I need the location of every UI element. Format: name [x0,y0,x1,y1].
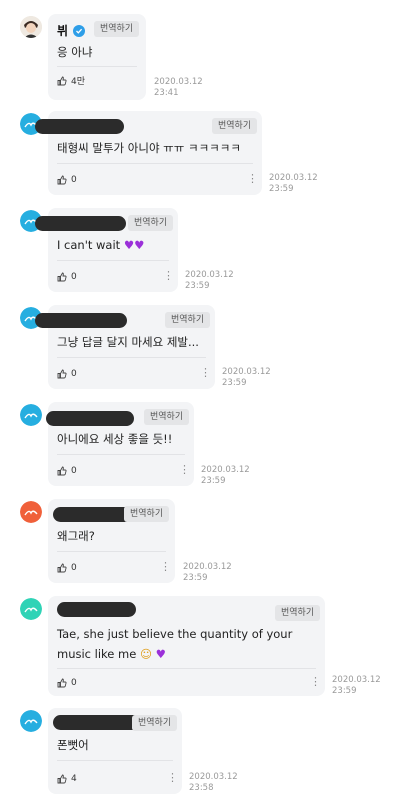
comment-timestamp: 2020.03.12 23:59 [269,173,318,194]
more-options-icon[interactable]: ⋮ [167,772,178,783]
more-options-icon[interactable]: ⋮ [160,561,171,572]
translate-button[interactable]: 번역하기 [165,312,211,328]
divider [57,260,169,261]
comment-timestamp: 2020.03.12 23:59 [222,367,271,388]
comment-bubble: 뷔 번역하기 응 아냐 4만 [48,14,146,100]
avatar[interactable] [20,501,42,523]
divider [57,551,166,552]
comment-text: 폰뻣어 [57,738,89,752]
comment-timestamp: 2020.03.12 23:58 [189,772,238,793]
avatar[interactable] [20,404,42,426]
translate-button[interactable]: 번역하기 [144,409,190,425]
comment-bubble: 번역하기 폰뻣어 4 ⋮ [48,708,182,794]
divider [57,66,137,67]
avatar[interactable] [20,710,42,732]
author-name[interactable] [57,602,136,617]
author-name[interactable]: 뷔 [57,22,68,39]
comment-text: Tae, she just believe the quantity of yo… [57,627,293,661]
thumbs-up-icon [57,175,67,185]
translate-button[interactable]: 번역하기 [275,605,321,621]
divider [57,668,316,669]
like-button[interactable]: 4만 [57,74,85,87]
divider [57,163,253,164]
comment-bubble: 번역하기 왜그래? 0 ⋮ [48,499,175,583]
translate-button[interactable]: 번역하기 [128,215,174,231]
thumbs-up-icon [57,272,67,282]
comment-bubble: 번역하기 그냥 답글 달지 마세요 제발... 0 ⋮ [35,305,215,389]
comment-bubble: 번역하기 Tae, she just believe the quantity … [48,596,325,696]
comment-text: I can't wait ♥♥ [57,238,145,252]
divider [57,357,206,358]
purple-heart-icon: ♥♥ [123,238,145,252]
comment-bubble: 번역하기 태형씨 말투가 아니야 ㅠㅠ ㅋㅋㅋㅋㅋ 0 ⋮ [35,111,262,195]
translate-button[interactable]: 번역하기 [94,21,140,37]
comment-text: 응 아냐 [57,45,93,59]
comment-bubble: 번역하기 I can't wait ♥♥ 0 ⋮ [35,208,178,292]
author-name[interactable] [53,715,141,730]
translate-button[interactable]: 번역하기 [132,715,178,731]
like-count: 0 [71,175,77,185]
like-button[interactable]: 0 [57,272,77,282]
more-options-icon[interactable]: ⋮ [200,367,211,378]
like-count: 0 [71,466,77,476]
thumbs-up-icon [57,369,67,379]
like-count: 4 [71,774,77,784]
like-button[interactable]: 0 [57,369,77,379]
divider [57,760,173,761]
thumbs-up-icon [57,466,67,476]
like-count: 0 [71,563,77,573]
comment-bubble: 번역하기 아니에요 세상 좋을 듯!! 0 ⋮ [46,402,194,486]
author-name[interactable] [46,411,134,426]
more-options-icon[interactable]: ⋮ [163,270,174,281]
smiling-face-icon: ☺ [139,647,152,661]
like-count: 4만 [71,77,86,87]
avatar[interactable] [20,598,42,620]
comment-timestamp: 2020.03.12 23:41 [154,77,203,98]
thumbs-up-icon [57,563,67,573]
divider [57,454,185,455]
author-name[interactable] [35,119,124,134]
comment-author[interactable]: 뷔 [57,22,86,39]
more-options-icon[interactable]: ⋮ [179,464,190,475]
comment-text: 그냥 답글 달지 마세요 제발... [57,335,199,349]
thumbs-up-icon [57,678,67,688]
more-options-icon[interactable]: ⋮ [247,173,258,184]
thumbs-up-icon [57,76,67,85]
like-count: 0 [71,678,77,688]
comment-timestamp: 2020.03.12 23:59 [332,675,381,696]
like-button[interactable]: 4 [57,774,77,784]
like-button[interactable]: 0 [57,678,77,688]
translate-button[interactable]: 번역하기 [124,506,170,522]
like-count: 0 [71,369,77,379]
like-button[interactable]: 0 [57,563,77,573]
like-count: 0 [71,272,77,282]
like-button[interactable]: 0 [57,175,77,185]
more-options-icon[interactable]: ⋮ [310,676,321,687]
comment-timestamp: 2020.03.12 23:59 [201,465,250,486]
purple-heart-icon: ♥ [155,647,166,661]
thumbs-up-icon [57,774,67,784]
author-name[interactable] [35,216,126,231]
comment-text: 왜그래? [57,529,95,543]
verified-badge-icon [73,24,86,37]
avatar[interactable] [20,16,42,38]
comment-text: 아니에요 세상 좋을 듯!! [57,432,173,446]
comment-timestamp: 2020.03.12 23:59 [183,562,232,583]
author-name[interactable] [35,313,127,328]
comment-timestamp: 2020.03.12 23:59 [185,270,234,291]
comment-text: 태형씨 말투가 아니야 ㅠㅠ ㅋㅋㅋㅋㅋ [57,141,241,155]
like-button[interactable]: 0 [57,466,77,476]
translate-button[interactable]: 번역하기 [212,118,258,134]
